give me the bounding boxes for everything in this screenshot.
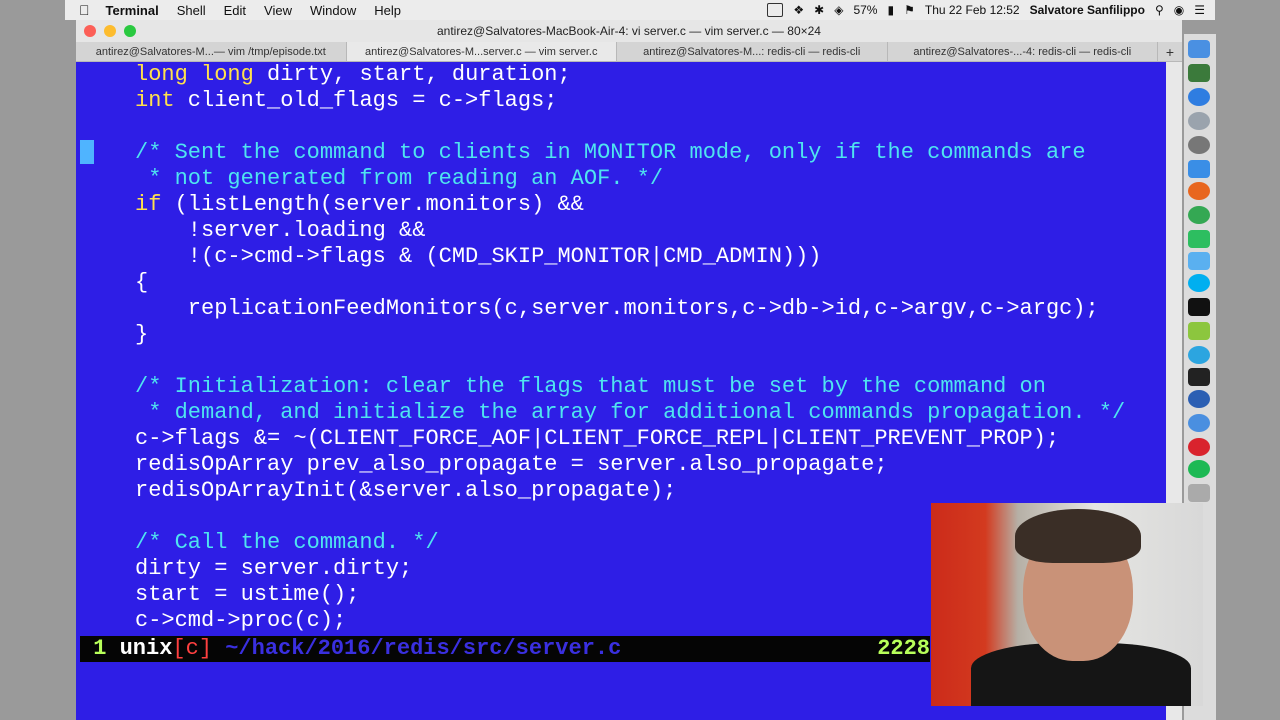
keyword: long long (135, 62, 254, 87)
skype-icon[interactable] (1188, 274, 1210, 292)
code-line: if (listLength(server.monitors) && (135, 192, 584, 218)
tab-bar: antirez@Salvatores-M...— vim /tmp/episod… (76, 42, 1182, 62)
console-icon[interactable] (1188, 368, 1210, 386)
code-line: c->flags &= ~(CLIENT_FORCE_AOF|CLIENT_FO… (135, 426, 1060, 451)
flag-icon[interactable]: ⚑ (904, 3, 915, 17)
android-icon[interactable] (1188, 322, 1210, 340)
search-icon[interactable]: ⚲ (1155, 3, 1164, 17)
xcode-icon[interactable] (1188, 160, 1210, 178)
code-line: redisOpArrayInit(&server.also_propagate)… (135, 478, 677, 503)
app-icon[interactable] (1188, 390, 1210, 408)
presenter-hair (1015, 509, 1141, 563)
menu-terminal[interactable]: Terminal (106, 3, 159, 18)
tweetbot-icon[interactable] (1188, 252, 1210, 270)
code-line: start = ustime(); (135, 582, 360, 607)
tab-redis-cli-2[interactable]: antirez@Salvatores-...-4: redis-cli — re… (888, 42, 1158, 61)
code-line: long long dirty, start, duration; (135, 62, 571, 88)
new-tab-button[interactable]: + (1158, 42, 1182, 61)
text-cursor (80, 140, 94, 164)
line-number: 2228 (877, 636, 930, 661)
comment-line: * not generated from reading an AOF. */ (135, 166, 664, 191)
launchpad-icon[interactable] (1188, 112, 1210, 130)
clock[interactable]: Thu 22 Feb 12:52 (925, 3, 1020, 17)
code-line: !(c->cmd->flags & (CMD_SKIP_MONITOR|CMD_… (135, 244, 822, 269)
code-line: redisOpArray prev_also_propagate = serve… (135, 452, 888, 477)
system-preferences-icon[interactable] (1188, 136, 1210, 154)
firefox-icon[interactable] (1188, 182, 1210, 200)
battery-icon: ▮ (887, 3, 895, 17)
app-icon[interactable] (1188, 438, 1210, 456)
code-line: replicationFeedMonitors(c,server.monitor… (135, 296, 1099, 321)
screen-record-icon[interactable] (767, 3, 784, 17)
vim-statusline: 1 unix[c] ~/hack/2016/redis/src/server.c… (80, 636, 930, 662)
webcam-overlay (931, 503, 1203, 706)
bluetooth-icon[interactable]: ✱ (814, 3, 824, 17)
battery-percent[interactable]: 57% (853, 3, 877, 17)
keyword: if (135, 192, 162, 217)
app-store-icon[interactable] (1188, 88, 1210, 106)
evernote-icon[interactable] (1188, 230, 1210, 248)
safari-icon[interactable] (1188, 414, 1210, 432)
menu-help[interactable]: Help (374, 3, 401, 18)
numbers-icon[interactable] (1188, 64, 1210, 82)
code-line: !server.loading && (135, 218, 426, 243)
window-titlebar: antirez@Salvatores-MacBook-Air-4: vi ser… (76, 20, 1182, 42)
comment-line: /* Initialization: clear the flags that … (135, 374, 1046, 399)
code-line: int client_old_flags = c->flags; (135, 88, 557, 114)
code-text: client_old_flags = c->flags; (174, 88, 558, 113)
comment-line: /* Sent the command to clients in MONITO… (135, 140, 1086, 165)
code-line: { (135, 270, 149, 295)
finder-icon[interactable] (1188, 40, 1210, 58)
file-format: unix (119, 636, 173, 661)
menu-window[interactable]: Window (310, 3, 356, 18)
preview-icon[interactable] (1188, 484, 1210, 502)
code-line: } (135, 322, 149, 347)
chrome-icon[interactable] (1188, 206, 1210, 224)
comment-line: * demand, and initialize the array for a… (135, 400, 1126, 425)
code-text: dirty, start, duration; (253, 62, 571, 87)
apple-menu-icon[interactable]:  (79, 2, 90, 18)
code-text: (listLength(server.monitors) && (161, 192, 584, 217)
file-path: ~/hack/2016/redis/src/server.c (225, 636, 622, 661)
telegram-icon[interactable] (1188, 346, 1210, 364)
menu-edit[interactable]: Edit (224, 3, 246, 18)
siri-icon[interactable]: ◉ (1174, 3, 1184, 17)
code-line: c->cmd->proc(c); (135, 608, 347, 633)
menu-bar:  Terminal Shell Edit View Window Help ❖… (65, 0, 1215, 20)
notification-center-icon[interactable]: ☰ (1194, 3, 1205, 17)
user-name[interactable]: Salvatore Sanfilippo (1030, 3, 1145, 17)
keyword: int (135, 88, 175, 113)
terminal-icon[interactable] (1188, 298, 1210, 316)
wifi-icon[interactable]: ◈ (834, 3, 843, 17)
zoom-button[interactable] (124, 25, 136, 37)
dropbox-icon[interactable]: ❖ (793, 3, 804, 17)
status-area: ❖ ✱ ◈ 57% ▮ ⚑ Thu 22 Feb 12:52 Salvatore… (757, 3, 1215, 17)
comment-line: /* Call the command. */ (135, 530, 439, 555)
tab-server-c[interactable]: antirez@Salvatores-M...server.c — vim se… (346, 42, 617, 61)
window-title: antirez@Salvatores-MacBook-Air-4: vi ser… (437, 24, 821, 38)
file-type: [c] (172, 636, 213, 661)
buffer-number: 1 (93, 636, 107, 661)
menu-view[interactable]: View (264, 3, 292, 18)
minimize-button[interactable] (104, 25, 116, 37)
spotify-icon[interactable] (1188, 460, 1210, 478)
code-line: dirty = server.dirty; (135, 556, 413, 581)
close-button[interactable] (84, 25, 96, 37)
tab-episode[interactable]: antirez@Salvatores-M...— vim /tmp/episod… (76, 42, 347, 61)
menu-shell[interactable]: Shell (177, 3, 206, 18)
tab-redis-cli-1[interactable]: antirez@Salvatores-M...: redis-cli — red… (617, 42, 888, 61)
